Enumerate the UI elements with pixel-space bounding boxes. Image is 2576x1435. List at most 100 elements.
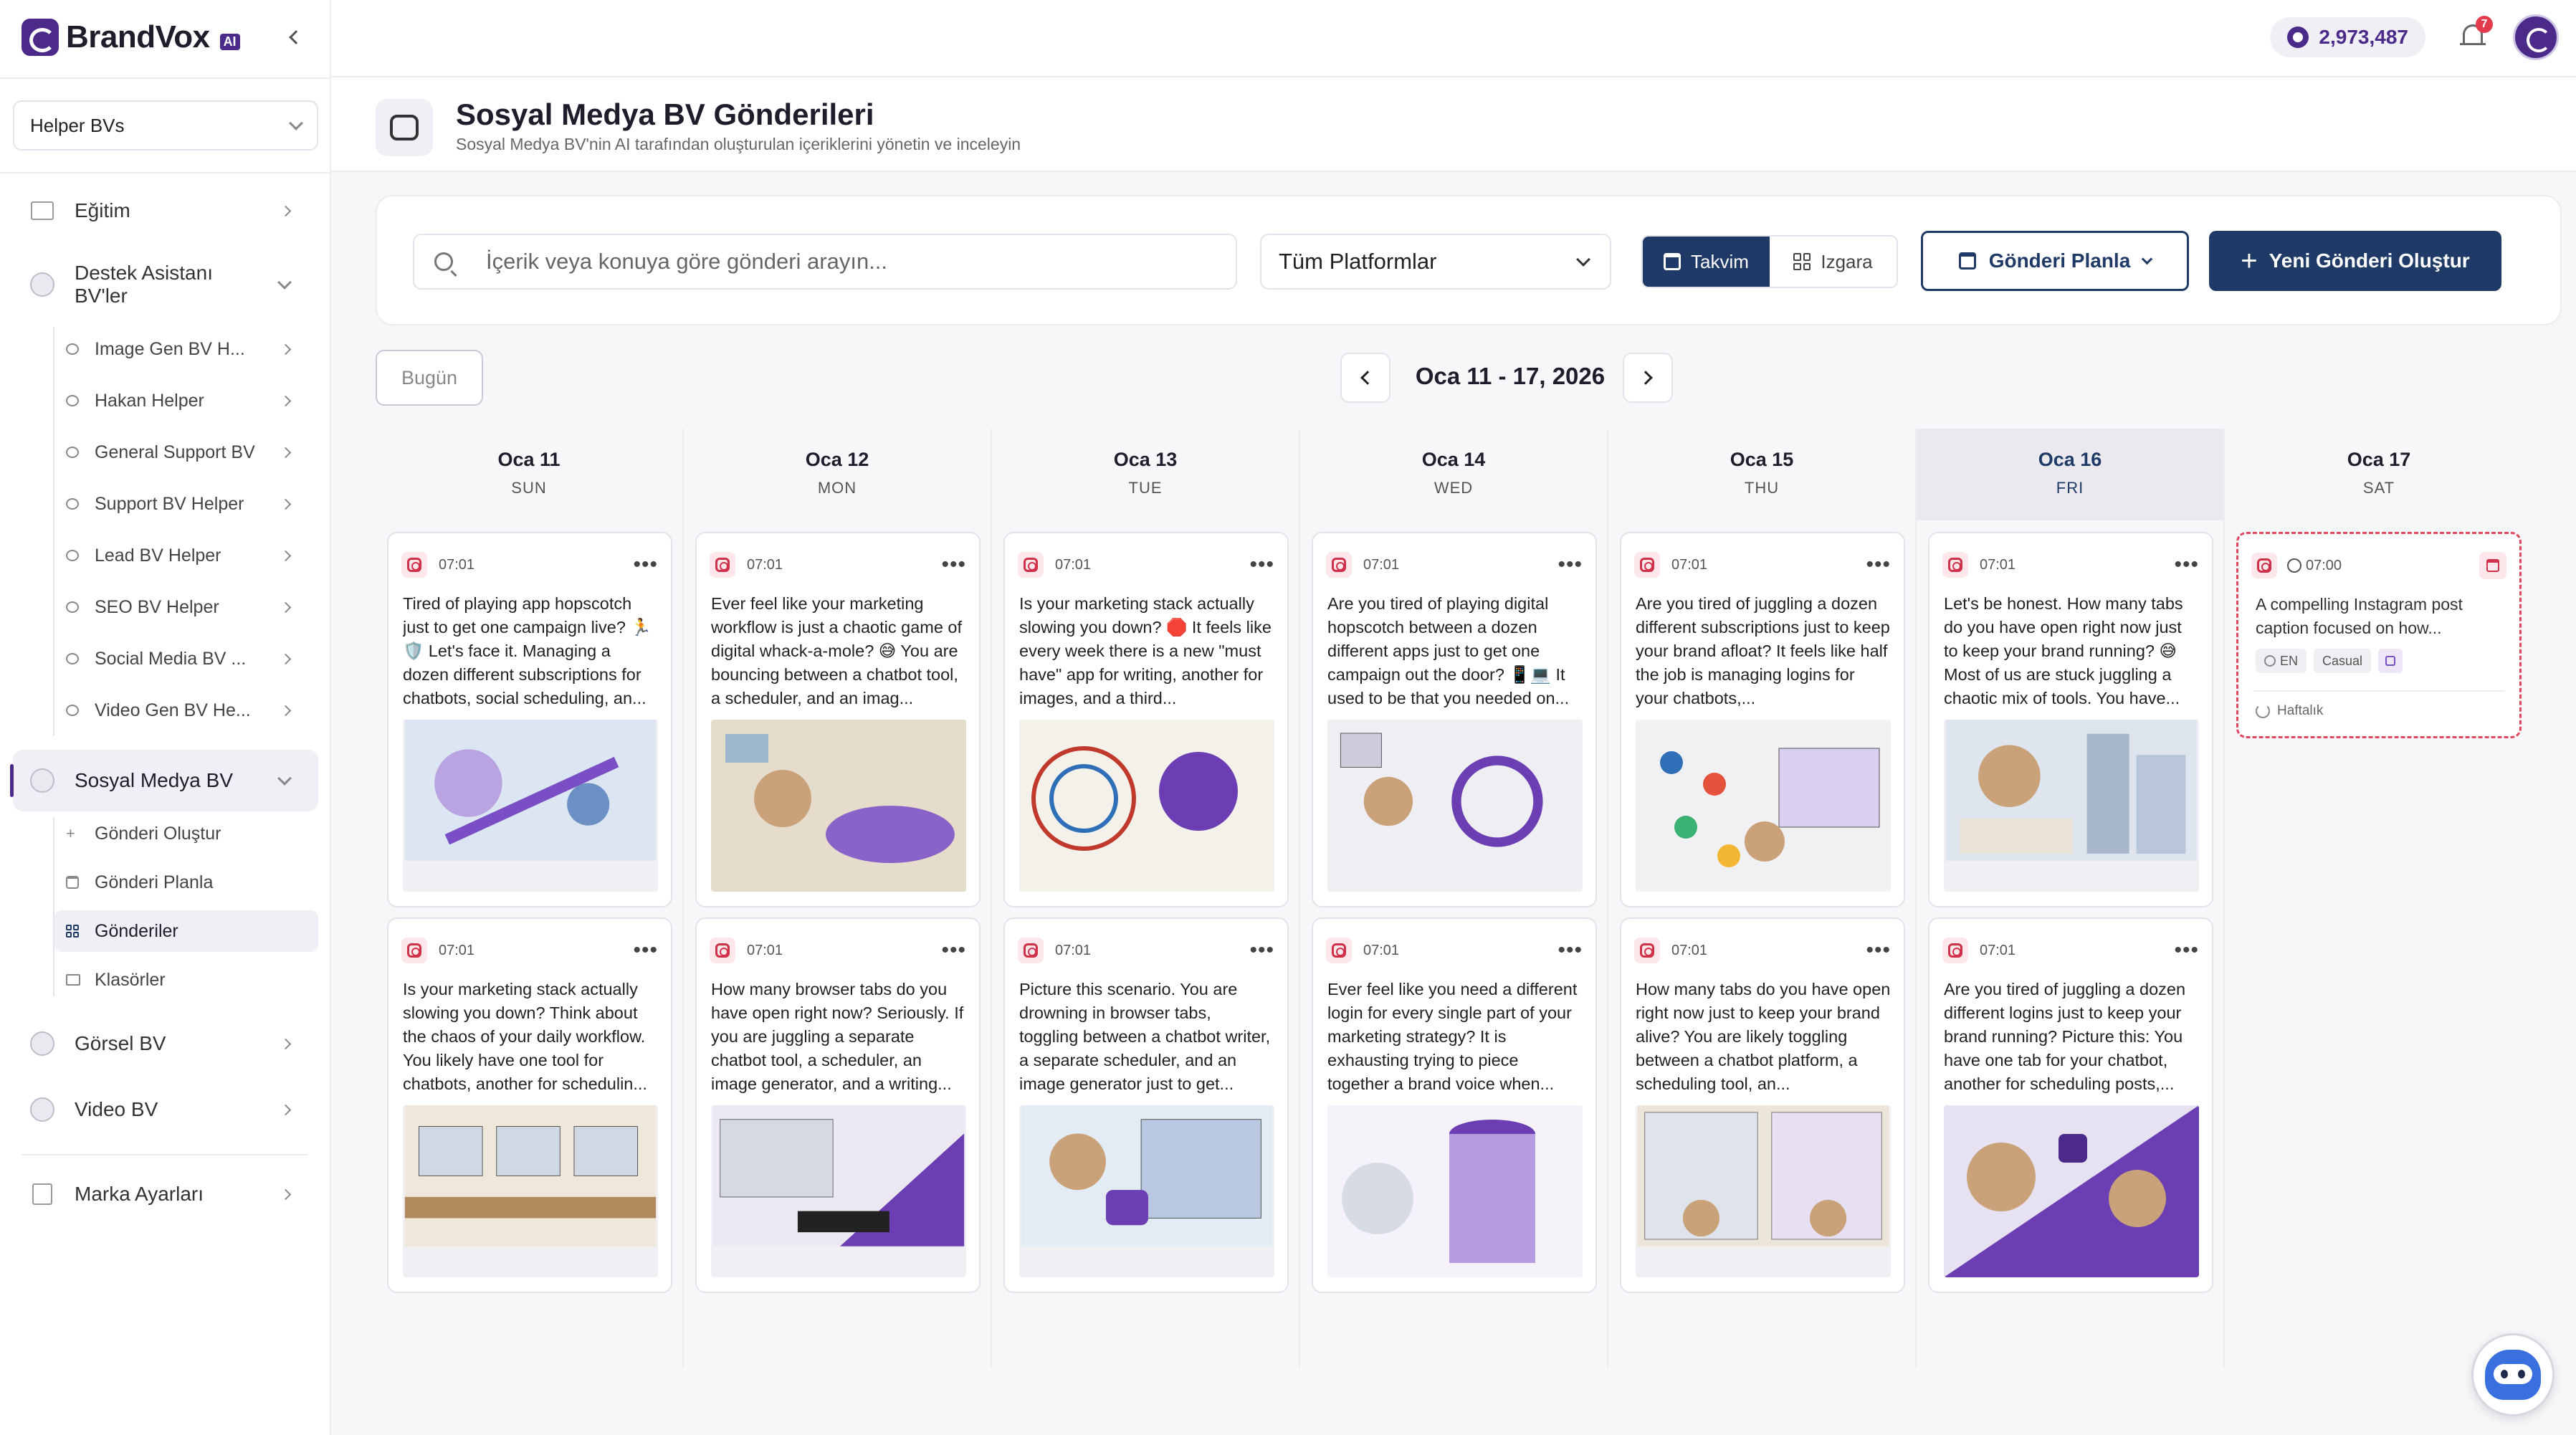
prev-week-button[interactable] [1340,353,1390,403]
post-card[interactable]: 07:01 ••• Tired of playing app hopscotch… [387,532,672,907]
sidebar-item-gorsel[interactable]: Görsel BV [13,1016,318,1071]
post-illustration [1327,1105,1583,1277]
sidebar-item-video[interactable]: Video BV [13,1082,318,1137]
bell-base [2460,43,2486,45]
more-options-button[interactable]: ••• [1557,554,1583,576]
sidebar-item-marka-ayarlari[interactable]: Marka Ayarları [13,1167,318,1221]
post-image [1636,1105,1891,1277]
language-label: EN [2280,653,2299,668]
post-card[interactable]: 07:01 ••• Are you tired of juggling a do… [1928,917,2213,1293]
day-date: Oca 14 [1421,449,1486,470]
instagram-icon [1018,552,1044,578]
more-options-button[interactable]: ••• [1866,940,1891,961]
plus-icon: + [2241,245,2258,277]
post-illustration [1019,720,1274,892]
chevron-right-icon [280,343,292,355]
subitem-label: SEO BV Helper [95,596,219,617]
bot-icon [30,1031,54,1056]
chevron-right-icon [1638,371,1653,385]
chevron-right-icon [280,447,292,458]
post-card[interactable]: 07:01 ••• Ever feel like your marketing … [695,532,981,907]
sidebar-subitem-gonderi-planla[interactable]: Gönderi Planla [54,862,318,903]
brand-logo[interactable]: BrandVox AI [22,19,240,56]
tone-tag: Casual [2314,649,2372,673]
new-post-button[interactable]: + Yeni Gönderi Oluştur [2209,231,2501,291]
user-avatar[interactable] [2513,14,2559,60]
sidebar-item-egitim[interactable]: Eğitim [13,183,318,238]
post-card-header: 07:01 ••• [1634,550,1891,579]
sidebar-subitem-general-support[interactable]: General Support BV [54,432,318,473]
more-options-button[interactable]: ••• [941,554,966,576]
view-calendar-button[interactable]: Takvim [1643,237,1770,287]
schedule-post-button[interactable]: Gönderi Planla [1921,231,2189,291]
post-card[interactable]: 07:01 ••• Are you tired of juggling a do… [1620,532,1905,907]
page-header: Sosyal Medya BV Gönderileri Sosyal Medya… [331,77,2576,172]
sidebar-subitem-lead[interactable]: Lead BV Helper [54,535,318,576]
post-illustration [1944,1105,2199,1277]
post-card[interactable]: 07:01 ••• Is your marketing stack actual… [387,917,672,1293]
day-column: Oca 11 SUN 07:01 ••• Tired of playing ap… [376,429,684,1368]
platform-select[interactable]: Tüm Platformlar [1260,234,1611,290]
sidebar-subitem-hakan[interactable]: Hakan Helper [54,380,318,421]
post-card[interactable]: 07:01 ••• Let's be honest. How many tabs… [1928,532,2213,907]
day-header: Oca 15 THU [1608,429,1915,520]
sidebar-subitem-gonderi-olustur[interactable]: + Gönderi Oluştur [54,813,318,854]
chevron-left-icon [289,30,303,44]
day-column: Oca 12 MON 07:01 ••• Ever feel like your… [684,429,992,1368]
search-box[interactable] [413,234,1237,290]
post-text: Let's be honest. How many tabs do you ha… [1944,594,2183,707]
collapse-sidebar-button[interactable] [285,23,307,52]
subitem-label: Gönderiler [95,920,178,941]
subitem-label: Gönderi Planla [95,872,214,892]
more-options-button[interactable]: ••• [633,554,658,576]
view-grid-button[interactable]: Izgara [1770,237,1897,287]
post-card[interactable]: 07:01 ••• Are you tired of playing digit… [1312,532,1597,907]
sidebar-item-destek[interactable]: Destek Asistanı BV'ler [13,251,318,318]
sidebar-subitem-gonderiler[interactable]: Gönderiler [54,910,318,952]
coin-icon [2287,27,2309,48]
post-card[interactable]: 07:01 ••• Is your marketing stack actual… [1003,532,1289,907]
day-date: Oca 15 [1730,449,1794,470]
sidebar-subitem-klasorler[interactable]: Klasörler [54,959,318,1001]
post-card[interactable]: 07:01 ••• Ever feel like you need a diff… [1312,917,1597,1293]
subitem-label: General Support BV [95,442,255,462]
calendar-icon[interactable] [2479,552,2506,579]
chevron-right-icon [280,498,292,510]
notifications-button[interactable]: 7 [2458,16,2493,53]
post-card[interactable]: 07:01 ••• How many browser tabs do you h… [695,917,981,1293]
more-options-button[interactable]: ••• [1557,940,1583,961]
post-time: 07:01 [747,942,783,958]
post-card[interactable]: 07:01 ••• How many tabs do you have open… [1620,917,1905,1293]
chat-bubble-icon [66,705,82,716]
credits-badge[interactable]: 2,973,487 [2270,17,2425,57]
more-options-button[interactable]: ••• [2174,940,2199,961]
scheduled-post-card[interactable]: 07:00 A compelling Instagram post captio… [2236,532,2522,738]
instagram-icon [1942,938,1968,963]
post-card-header: 07:00 [2251,551,2506,580]
sidebar-item-sosyal-medya[interactable]: Sosyal Medya BV [13,750,318,811]
more-options-button[interactable]: ••• [1866,554,1891,576]
sidebar-subitem-social-media[interactable]: Social Media BV ... [54,638,318,680]
more-options-button[interactable]: ••• [2174,554,2199,576]
chat-assistant-button[interactable] [2471,1333,2554,1416]
day-date: Oca 16 [2038,449,2102,470]
sidebar-subitem-support-helper[interactable]: Support BV Helper [54,483,318,525]
post-text: Tired of playing app hopscotch just to g… [403,594,652,707]
chat-bubble-icon [66,550,82,561]
sidebar-subitem-image-gen[interactable]: Image Gen BV H... [54,328,318,370]
instagram-icon [1634,938,1660,963]
more-options-button[interactable]: ••• [941,940,966,961]
post-card[interactable]: 07:01 ••• Picture this scenario. You are… [1003,917,1289,1293]
sidebar-subitem-seo[interactable]: SEO BV Helper [54,586,318,628]
helper-bv-select[interactable]: Helper BVs [13,100,318,151]
more-options-button[interactable]: ••• [1249,554,1274,576]
calendar-icon [66,876,82,889]
today-button[interactable]: Bugün [376,350,483,406]
sidebar-item-label: Eğitim [75,199,130,221]
search-input[interactable] [486,249,1167,275]
more-options-button[interactable]: ••• [1249,940,1274,961]
post-time: 07:01 [1055,556,1092,573]
more-options-button[interactable]: ••• [633,940,658,961]
sidebar-subitem-video-gen[interactable]: Video Gen BV He... [54,690,318,731]
next-week-button[interactable] [1623,353,1673,403]
